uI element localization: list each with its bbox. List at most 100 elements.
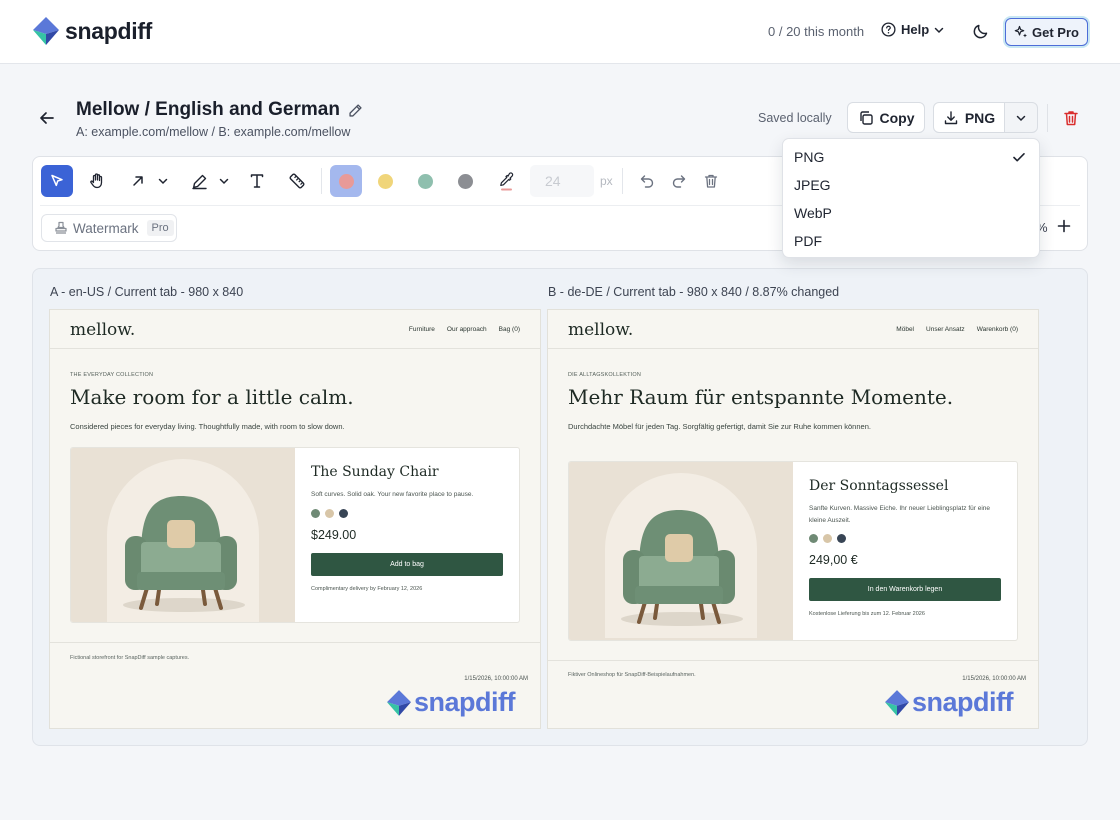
color-swatch-gray[interactable] (458, 174, 473, 189)
clear-annotations-button[interactable] (696, 165, 726, 197)
pen-tool[interactable] (184, 165, 236, 197)
delete-trash-icon[interactable] (1062, 109, 1080, 132)
pointer-icon (51, 174, 63, 187)
menu-item-png[interactable]: PNG (794, 149, 824, 165)
edit-pencil-icon[interactable] (348, 103, 363, 118)
check-icon (1013, 153, 1025, 162)
armchair-icon (125, 496, 237, 610)
color-swatch-green[interactable] (418, 174, 433, 189)
help-label: Help (901, 22, 930, 37)
add-to-cart-button[interactable]: In den Warenkorb legen (809, 578, 1001, 601)
eyebrow-text: DIE ALLTAGSKOLLEKTION (568, 372, 642, 378)
copy-button[interactable]: Copy (847, 102, 925, 133)
divider (548, 660, 1038, 661)
shipping-note: Kostenlose Lieferung bis zum 12. Februar… (809, 611, 925, 617)
back-arrow-icon[interactable] (38, 109, 56, 132)
store-nav: Möbel Unser Ansatz Warenkorb (0) (884, 326, 1018, 333)
arrow-up-right-icon (133, 176, 143, 186)
capture-b-screenshot[interactable]: mellow. Möbel Unser Ansatz Warenkorb (0)… (547, 309, 1039, 729)
menu-item-pdf[interactable]: PDF (794, 233, 822, 249)
nav-item: Furniture (408, 326, 435, 333)
finish-swatch[interactable] (325, 509, 334, 518)
logo[interactable]: snapdiff (33, 17, 152, 45)
capture-timestamp: 1/15/2026, 10:00:00 AM (464, 676, 528, 682)
help-circle-icon (881, 22, 896, 37)
product-description: Soft curves. Solid oak. Your new favorit… (311, 491, 474, 498)
arrow-tool[interactable] (124, 165, 176, 197)
stamp-icon (55, 221, 67, 234)
capture-a-screenshot[interactable]: mellow. Furniture Our approach Bag (0) T… (49, 309, 541, 729)
chevron-down-icon (934, 27, 944, 33)
product-description: Sanfte Kurven. Massive Eiche. Ihr neuer … (809, 505, 991, 524)
redo-button[interactable] (664, 165, 694, 197)
ruler-icon (289, 173, 305, 189)
product-card: Der Sonntagssessel Sanfte Kurven. Massiv… (568, 461, 1018, 641)
brand-name: snapdiff (65, 17, 153, 44)
armchair-icon (623, 510, 735, 624)
snapdiff-watermark: snapdiff (885, 687, 1014, 718)
add-to-bag-button[interactable]: Add to bag (311, 553, 503, 576)
stroke-size-input[interactable]: 24 (530, 165, 594, 197)
text-tool[interactable] (241, 165, 273, 197)
hand-icon (90, 173, 103, 189)
watermark-label: Watermark (73, 220, 139, 236)
chevron-down-icon (219, 178, 228, 185)
finish-swatch[interactable] (809, 534, 818, 543)
hero-lead: Considered pieces for everyday living. T… (70, 422, 345, 431)
ruler-tool[interactable] (281, 165, 313, 197)
theme-toggle-moon-icon[interactable] (972, 22, 990, 45)
copy-icon (859, 110, 873, 125)
hero-lead: Durchdachte Möbel für jeden Tag. Sorgfäl… (568, 422, 871, 431)
capture-b-caption: B - de-DE / Current tab - 980 x 840 / 8.… (548, 285, 840, 299)
eyedropper-tool[interactable] (490, 165, 522, 197)
menu-item-webp[interactable]: WebP (794, 205, 832, 221)
chevron-down-icon (1016, 115, 1026, 121)
get-pro-button[interactable]: Get Pro (1005, 18, 1088, 46)
export-format-dropdown-button[interactable] (1004, 102, 1038, 133)
divider (622, 168, 623, 194)
store-nav: Furniture Our approach Bag (0) (397, 326, 520, 333)
capture-a-caption: A - en-US / Current tab - 980 x 840 (50, 285, 244, 299)
store-brand: mellow. (568, 320, 634, 340)
store-footer: Fiktiver Onlineshop für SnapDiff-Beispie… (568, 672, 696, 678)
capture-timestamp: 1/15/2026, 10:00:00 AM (962, 676, 1026, 682)
watermark-toggle[interactable]: Watermark Pro (41, 214, 177, 242)
product-image (569, 462, 793, 640)
nav-item: Bag (0) (498, 326, 520, 333)
snapdiff-watermark: snapdiff (387, 687, 516, 718)
export-format-label: PNG (964, 109, 996, 126)
snapdiff-logo-icon (885, 689, 909, 716)
help-menu-button[interactable]: Help (881, 22, 945, 37)
finish-swatch[interactable] (837, 534, 846, 543)
undo-button[interactable] (632, 165, 662, 197)
divider (50, 348, 540, 349)
text-icon (250, 174, 264, 188)
pen-icon (191, 174, 207, 189)
sparkles-icon (1014, 25, 1028, 38)
color-swatch-red[interactable] (339, 174, 354, 189)
project-subtitle: A: example.com/mellow / B: example.com/m… (76, 125, 351, 139)
divider (321, 168, 322, 194)
pro-badge: Pro (146, 220, 174, 236)
download-icon (944, 110, 958, 124)
divider (50, 642, 540, 643)
undo-icon (640, 175, 654, 188)
stroke-unit-label: px (600, 174, 613, 188)
finish-swatch[interactable] (339, 509, 348, 518)
finish-swatch[interactable] (823, 534, 832, 543)
product-price: $249.00 (311, 528, 357, 542)
watermark-text: snapdiff (912, 687, 1014, 717)
zoom-in-plus-icon[interactable] (1057, 219, 1071, 238)
menu-item-jpeg[interactable]: JPEG (794, 177, 831, 193)
color-swatch-yellow[interactable] (378, 174, 393, 189)
redo-icon (672, 175, 686, 188)
pan-tool[interactable] (81, 165, 113, 197)
nav-item: Our approach (446, 326, 487, 333)
export-format-menu: PNG JPEG WebP PDF (782, 138, 1040, 258)
usage-counter: 0 / 20 this month (768, 24, 865, 39)
download-png-button[interactable]: PNG (933, 102, 1005, 133)
snapdiff-logo-icon (33, 17, 59, 45)
select-tool[interactable] (41, 165, 73, 197)
finish-swatch[interactable] (311, 509, 320, 518)
shipping-note: Complimentary delivery by February 12, 2… (311, 586, 423, 592)
